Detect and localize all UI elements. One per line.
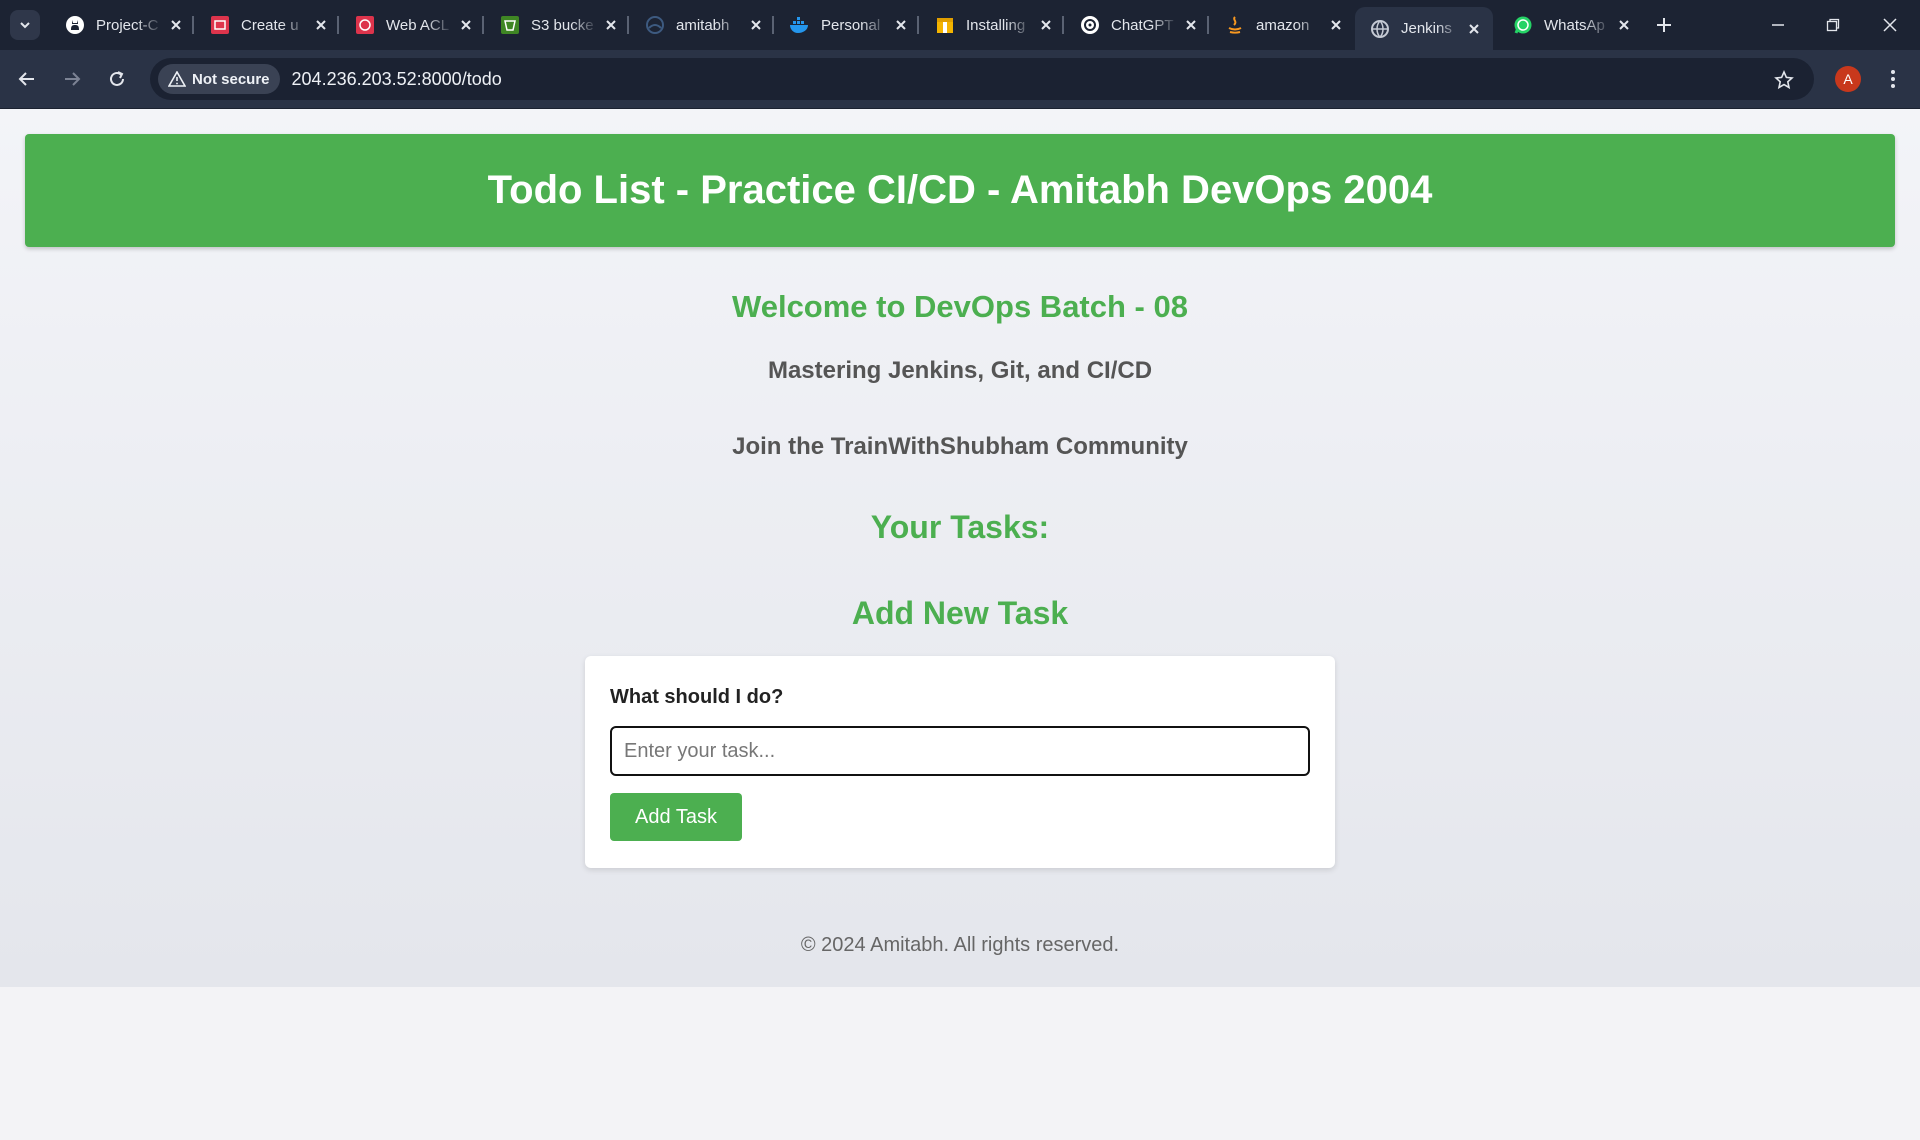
globe-icon <box>644 14 666 36</box>
back-button[interactable] <box>12 64 42 94</box>
task-input[interactable] <box>610 726 1310 776</box>
close-icon[interactable] <box>1037 16 1055 34</box>
url-text[interactable]: 204.236.203.52:8000/todo <box>292 69 502 90</box>
page-title: Todo List - Practice CI/CD - Amitabh Dev… <box>487 168 1433 212</box>
waf-icon <box>354 14 376 36</box>
tab-title: ChatGPT <box>1111 16 1174 34</box>
subtitle: Mastering Jenkins, Git, and CI/CD <box>767 357 1153 384</box>
java-icon <box>1224 14 1246 36</box>
tab-separator <box>772 16 774 34</box>
restore-button[interactable] <box>1813 10 1853 40</box>
tab-bar: Project-C Create u Web ACL S3 bucke amit… <box>0 0 1920 50</box>
chatgpt-icon <box>1079 14 1101 36</box>
page-content: Todo List - Practice CI/CD - Amitabh Dev… <box>0 109 1920 987</box>
tab-whatsapp[interactable]: WhatsAp <box>1498 7 1643 43</box>
more-vertical-icon <box>1891 70 1895 88</box>
whatsapp-icon <box>1512 14 1534 36</box>
tab-separator <box>1062 16 1064 34</box>
add-task-heading: Add New Task <box>851 595 1069 631</box>
tab-title: WhatsAp <box>1544 16 1605 34</box>
close-icon[interactable] <box>312 16 330 34</box>
close-window-button[interactable] <box>1870 10 1910 40</box>
tab-installing[interactable]: Installing <box>920 7 1065 43</box>
package-icon <box>934 14 956 36</box>
bookmark-button[interactable] <box>1772 68 1796 92</box>
minimize-button[interactable] <box>1758 10 1798 40</box>
plus-icon <box>1657 18 1671 32</box>
close-icon[interactable] <box>1615 16 1633 34</box>
tab-separator <box>1207 16 1209 34</box>
globe-icon <box>1369 18 1391 40</box>
tab-separator <box>337 16 339 34</box>
close-icon[interactable] <box>167 16 185 34</box>
aws-console-icon <box>209 14 231 36</box>
tab-separator <box>192 16 194 34</box>
close-icon[interactable] <box>892 16 910 34</box>
footer-copyright: © 2024 Amitabh. All rights reserved. <box>800 934 1120 956</box>
close-icon[interactable] <box>747 16 765 34</box>
tab-search-button[interactable] <box>10 10 40 40</box>
tab-title: amazon <box>1256 16 1310 34</box>
tasks-heading: Your Tasks: <box>870 509 1050 545</box>
page-bottom-area <box>0 987 1920 1140</box>
star-icon <box>1774 70 1794 90</box>
reload-icon <box>110 71 124 86</box>
add-task-form: What should I do? Add Task <box>585 656 1335 868</box>
docker-icon <box>789 14 811 36</box>
tab-title: amitabh <box>676 16 730 34</box>
close-icon <box>1883 18 1897 32</box>
close-icon[interactable] <box>1465 20 1483 38</box>
profile-avatar[interactable]: A <box>1835 66 1861 92</box>
community-text: Join the TrainWithShubham Community <box>732 433 1188 460</box>
tab-title: S3 bucke <box>531 16 594 34</box>
tab-amazon[interactable]: amazon <box>1210 7 1355 43</box>
new-tab-button[interactable] <box>1650 11 1678 39</box>
restore-icon <box>1826 18 1840 32</box>
browser-toolbar: Not secure 204.236.203.52:8000/todo <box>0 50 1920 109</box>
close-icon[interactable] <box>602 16 620 34</box>
tab-web-acl[interactable]: Web ACL <box>340 7 485 43</box>
page-header: Todo List - Practice CI/CD - Amitabh Dev… <box>25 134 1895 247</box>
arrow-left-icon <box>18 72 34 86</box>
tab-title: Jenkins <box>1401 20 1452 37</box>
address-bar[interactable]: Not secure 204.236.203.52:8000/todo <box>150 58 1814 100</box>
close-icon[interactable] <box>1182 16 1200 34</box>
forward-button[interactable] <box>57 64 87 94</box>
tab-title: Personal <box>821 16 881 34</box>
security-label: Not secure <box>192 70 270 88</box>
tab-chatgpt[interactable]: ChatGPT <box>1065 7 1210 43</box>
s3-icon <box>499 14 521 36</box>
close-icon[interactable] <box>1327 16 1345 34</box>
close-icon[interactable] <box>457 16 475 34</box>
chevron-down-icon <box>20 22 30 29</box>
tab-title: Installing <box>966 16 1026 34</box>
tab-s3-bucket[interactable]: S3 bucke <box>485 7 630 43</box>
tab-github[interactable]: Project-C <box>50 7 195 43</box>
tab-separator <box>917 16 919 34</box>
welcome-heading: Welcome to DevOps Batch - 08 <box>732 289 1188 324</box>
reload-button[interactable] <box>102 64 132 94</box>
tab-title: Create u <box>241 16 299 34</box>
github-icon <box>64 14 86 36</box>
minimize-icon <box>1772 24 1784 26</box>
site-info-chip[interactable]: Not secure <box>158 64 280 94</box>
tab-title: Web ACL <box>386 16 450 34</box>
warning-icon <box>168 71 186 87</box>
add-task-button[interactable]: Add Task <box>610 793 742 841</box>
arrow-right-icon <box>65 72 81 86</box>
tab-create-user[interactable]: Create u <box>195 7 340 43</box>
tab-separator <box>627 16 629 34</box>
browser-menu-button[interactable] <box>1880 64 1906 94</box>
task-input-label: What should I do? <box>610 686 784 708</box>
tab-jenkins[interactable]: Jenkins <box>1355 7 1493 50</box>
tab-separator <box>482 16 484 34</box>
tab-amitabh[interactable]: amitabh <box>630 7 775 43</box>
tab-title: Project-C <box>96 16 159 34</box>
tab-personal[interactable]: Personal <box>775 7 920 43</box>
